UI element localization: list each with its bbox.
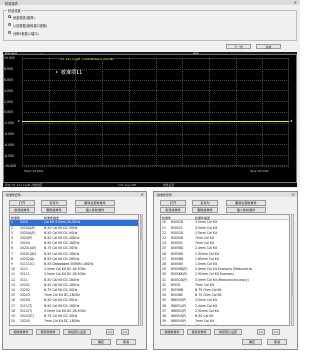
y-axis-label: -2.000 (4, 121, 14, 126)
group-legend: 校准设置 (7, 8, 22, 13)
y-axis-label: 6.000 (4, 78, 13, 82)
dialog-title-bar: 校准件套件 × (3, 192, 146, 197)
open-button[interactable]: 打开 (9, 200, 35, 206)
item-description: 3.5mm Cal Kit (195, 324, 217, 325)
radio-option-2[interactable] (8, 23, 11, 26)
delete-kit-button[interactable]: 删除校准件 (41, 207, 67, 213)
dialog-title: 校准件套件 (157, 192, 173, 197)
ok-button[interactable]: 确定 (242, 339, 262, 345)
grid-line-vertical (235, 58, 237, 166)
y-axis-label: -10.000 (4, 164, 16, 169)
edit-kit-button[interactable]: 编辑校准件 (9, 329, 33, 335)
calibration-window: 校准选项 × 校准设置 闭激校准(推荐) 以前数据(使用端口参数) 对称S参数(… (0, 0, 300, 188)
start-frequency: Start 10 MHz (24, 169, 44, 173)
close-icon[interactable]: × (294, 0, 297, 5)
reference-left-arrow-icon (18, 119, 20, 122)
close-icon[interactable]: × (292, 192, 295, 197)
grid-line-vertical (102, 58, 104, 166)
header-kit: 校准件 (162, 215, 172, 220)
radio-option-1-label: 闭激校准(推荐) (13, 15, 35, 20)
y-axis-label: -6.000 (4, 142, 14, 147)
scrollbar-thumb[interactable] (140, 216, 143, 240)
item-description: 7mm Cal Kit DC-18GHz (44, 319, 80, 324)
trace-name-label: 校准项11 (61, 70, 83, 76)
y-axis-label: 4.000 (4, 88, 13, 93)
grid-line-horizontal (22, 166, 289, 167)
grid-line-vertical (182, 58, 184, 166)
bottom-status-c: 校准设置 (163, 183, 175, 188)
open-button[interactable]: 打开 (160, 200, 186, 206)
restore-default-button[interactable]: 恢复默认设置 (63, 329, 91, 335)
list-header: 校准件 校准件描述 (10, 215, 138, 220)
grid-line-vertical (155, 58, 157, 166)
radio-option-1[interactable] (8, 15, 11, 18)
title-bar: 校准选项 × (0, 0, 300, 6)
cal-kit-dialog-left: 校准件套件 × 打开 另存为 删除全部校准件 新建校准件 删除校准件 插入新校准… (2, 191, 147, 350)
next-page-button[interactable]: >> (121, 329, 129, 335)
trace-info-label: Tr1 S11 LogM 1.000dB/Ref 0.000dB (60, 57, 113, 61)
trace-line (22, 121, 289, 122)
next-page-button[interactable]: >> (272, 329, 280, 335)
stop-frequency: Stop 20 GHz (250, 169, 269, 173)
scrollbar-thumb[interactable] (291, 272, 294, 296)
delete-all-button[interactable]: 删除全部校准件 (226, 200, 266, 206)
save-as-button[interactable]: 另存为 (41, 200, 67, 206)
y-axis-label: 0.000 (4, 110, 13, 115)
delete-all-button[interactable]: 删除全部校准件 (75, 200, 115, 206)
y-axis-label: -8.000 (4, 153, 14, 158)
cal-kit-list[interactable]: 校准件 校准件描述 20 85052B 3.5mm Cal Kit 21 85052C 3… (160, 214, 290, 326)
ok-button[interactable]: 确定 (91, 339, 111, 345)
dialog-title: 校准件套件 (6, 192, 22, 197)
bottom-status-bar: 状态 Tr1 S11 LogM 对数幅度 Ch1 Avg=Off 校准设置 (3, 183, 297, 187)
header-kit: 校准件 (11, 215, 21, 220)
y-axis-label: 2.000 (4, 99, 13, 104)
grid-line-vertical (128, 58, 130, 166)
item-index: 40 (162, 324, 166, 325)
radio-option-3[interactable] (8, 31, 11, 34)
save-kit-button[interactable]: 保存校准件 (187, 329, 211, 335)
insert-kit-button[interactable]: 插入新校准件 (226, 207, 266, 213)
radio-option-3-label: 对称S参数(1端口) (13, 31, 39, 36)
bottom-status-b: Ch1 Avg=Off (118, 183, 137, 188)
delete-kit-button[interactable]: 删除校准件 (192, 207, 218, 213)
prev-button[interactable]: << (257, 329, 265, 335)
restore-default-button[interactable]: 恢复默认设置 (214, 329, 242, 335)
window-title: 校准选项 (5, 1, 18, 6)
list-item[interactable]: 20 20205 7mm Cal Kit DC-18GHz (10, 319, 138, 324)
header-description: 校准件描述 (44, 215, 60, 220)
cal-kit-dialog-right: 校准件套件 × 打开 另存为 删除全部校准件 新建校准件 删除校准件 插入新校准… (153, 191, 298, 350)
cancel-button[interactable]: 取消 (116, 339, 136, 345)
cancel-button[interactable]: 取消 (267, 339, 287, 345)
finish-button[interactable]: 完成 (256, 44, 281, 49)
item-kit-id: 20205 (20, 319, 30, 324)
prev-button[interactable]: << (106, 329, 114, 335)
edit-kit-button[interactable]: 编辑校准件 (160, 329, 184, 335)
grid-line-vertical (48, 58, 50, 166)
y-axis-label: 10.000 (4, 56, 15, 61)
bottom-status-a: 状态 Tr1 S11 LogM 对数幅度 (5, 183, 43, 188)
next-button[interactable]: 下一步 (226, 44, 251, 49)
new-kit-button[interactable]: 新建校准件 (9, 207, 35, 213)
list-scrollbar[interactable] (291, 214, 294, 326)
dialog-title-bar: 校准件套件 × (154, 192, 297, 197)
save-kit-button[interactable]: 保存校准件 (36, 329, 60, 335)
grid-line-vertical (208, 58, 210, 166)
item-index: 20 (11, 319, 15, 324)
radio-option-2-label: 以前数据(使用端口参数) (13, 23, 48, 28)
header-description: 校准件描述 (195, 215, 211, 220)
close-icon[interactable]: × (141, 192, 144, 197)
save-as-button[interactable]: 另存为 (192, 200, 218, 206)
item-kit-id: W8055(P) (171, 324, 186, 325)
marker-arrow-icon (56, 71, 58, 73)
y-axis-label: 8.000 (4, 67, 13, 72)
reference-right-arrow-icon (290, 119, 292, 122)
list-header: 校准件 校准件描述 (161, 215, 289, 220)
grid-line-vertical (262, 58, 264, 166)
insert-kit-button[interactable]: 插入新校准件 (75, 207, 115, 213)
cal-kit-list[interactable]: 校准件 校准件描述 1 2020 Cal Kit 3.5mm 26.5GHz 2 202… (9, 214, 139, 326)
new-kit-button[interactable]: 新建校准件 (160, 207, 186, 213)
y-axis-label: -4.000 (4, 132, 14, 136)
list-item[interactable]: 40 W8055(P) 3.5mm Cal Kit (161, 324, 289, 325)
